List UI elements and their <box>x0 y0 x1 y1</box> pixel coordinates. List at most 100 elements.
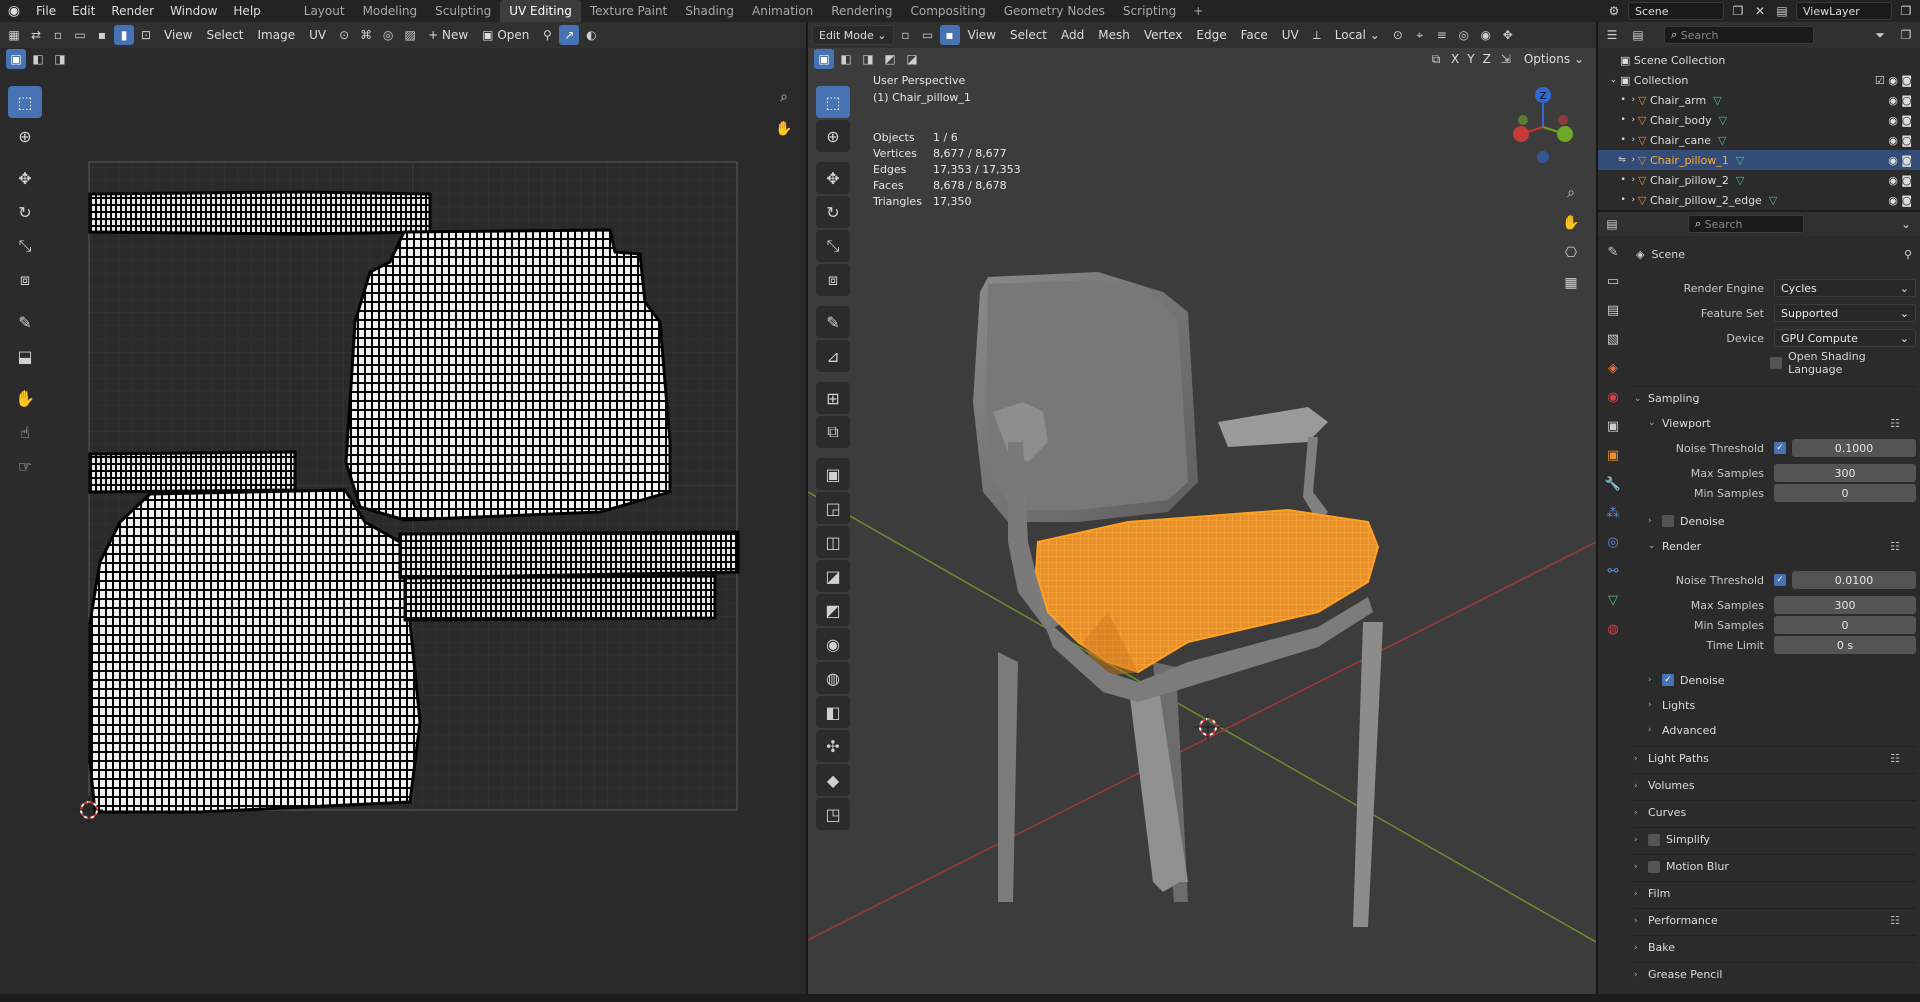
tab-uv-editing[interactable]: UV Editing <box>500 0 581 22</box>
preset-list-icon[interactable]: ☷ <box>1890 417 1900 430</box>
tab-shading[interactable]: Shading <box>676 0 743 22</box>
properties-search[interactable]: ⌕ Search <box>1688 215 1804 233</box>
visibility-icon[interactable]: ◉ ◙ <box>1888 134 1912 147</box>
vp-denoise-checkbox[interactable] <box>1662 515 1674 527</box>
edge-slide-icon[interactable]: ◧ <box>816 696 850 728</box>
performance-panel[interactable]: › Performance ☷ <box>1634 908 1916 932</box>
outliner-item[interactable]: • › ▽ Chair_cane ▽ ◉ ◙ <box>1598 130 1920 150</box>
visibility-icon[interactable]: ◉ ◙ <box>1888 94 1912 107</box>
motion-blur-panel[interactable]: › Motion Blur <box>1634 854 1916 878</box>
world-tab-icon[interactable]: ◉ <box>1602 387 1624 407</box>
render-engine-dropdown[interactable]: Cycles ⌄ <box>1774 279 1916 297</box>
navigation-gizmo[interactable]: Z <box>1513 87 1573 163</box>
uv-island[interactable] <box>344 228 672 522</box>
r-denoise-subpanel[interactable]: › ✓ Denoise <box>1648 668 1916 692</box>
modifier-tab-icon[interactable]: 🔧 <box>1602 474 1624 494</box>
scene-tab-icon[interactable]: ◈ <box>1602 358 1624 378</box>
viewport-subpanel-header[interactable]: ⌄ Viewport ☷ <box>1648 411 1916 435</box>
osl-checkbox[interactable] <box>1770 357 1783 369</box>
menu-edit[interactable]: Edit <box>64 0 103 22</box>
sampling-panel-header[interactable]: ⌄ Sampling <box>1634 386 1916 410</box>
tab-modeling[interactable]: Modeling <box>354 0 427 22</box>
outliner-type-icon[interactable]: ☰ <box>1602 25 1622 45</box>
spin-icon[interactable]: ◉ <box>816 628 850 660</box>
motion-blur-checkbox[interactable] <box>1648 860 1660 873</box>
volumes-panel[interactable]: › Volumes <box>1634 773 1916 797</box>
menu-render[interactable]: Render <box>103 0 162 22</box>
shear-icon[interactable]: ◆ <box>816 764 850 796</box>
rotate-icon[interactable]: ↻ <box>816 196 850 228</box>
new-collection-icon[interactable]: ❐ <box>1896 25 1916 45</box>
output-tab-icon[interactable]: ▤ <box>1602 300 1624 320</box>
zoom-icon[interactable]: ⌕ <box>1558 180 1584 206</box>
measure-icon[interactable]: ⊿ <box>816 340 850 372</box>
annotate-icon[interactable]: ✎ <box>816 306 850 338</box>
pin-icon[interactable]: ⚲ <box>1904 248 1912 261</box>
visibility-icon[interactable]: ◉ ◙ <box>1888 174 1912 187</box>
curves-panel[interactable]: › Curves <box>1634 800 1916 824</box>
outliner-item[interactable]: • › ▽ Chair_body ▽ ◉ ◙ <box>1598 110 1920 130</box>
vp-denoise-subpanel[interactable]: › Denoise <box>1648 509 1916 533</box>
cursor-icon[interactable]: ⊕ <box>816 120 850 152</box>
add-cube-icon[interactable]: ⊞ <box>816 382 850 414</box>
bevel-icon[interactable]: ◲ <box>816 492 850 524</box>
visibility-icon[interactable]: ◉ ◙ <box>1888 194 1912 207</box>
preset-list-icon[interactable]: ☷ <box>1890 540 1900 553</box>
smooth-icon[interactable]: ◍ <box>816 662 850 694</box>
tab-rendering[interactable]: Rendering <box>822 0 901 22</box>
close-scene-icon[interactable]: ✕ <box>1752 3 1768 19</box>
tab-texture-paint[interactable]: Texture Paint <box>581 0 676 22</box>
visibility-icon[interactable]: ◉ ◙ <box>1888 154 1912 167</box>
data-tab-icon[interactable]: ▽ <box>1602 590 1624 610</box>
rip-region-icon[interactable]: ◳ <box>816 798 850 830</box>
copy-scene-icon[interactable]: ❐ <box>1730 3 1746 19</box>
camera-icon[interactable]: ⎔ <box>1558 240 1584 266</box>
object-tab-icon[interactable]: ▣ <box>1602 445 1624 465</box>
menu-help[interactable]: Help <box>225 0 268 22</box>
bake-panel[interactable]: › Bake <box>1634 935 1916 959</box>
uv-canvas[interactable] <box>0 22 806 994</box>
display-mode-icon[interactable]: ▤ <box>1628 25 1648 45</box>
dropdown-icon[interactable]: ⌄ <box>1896 214 1916 234</box>
light-paths-panel[interactable]: › Light Paths ☷ <box>1634 746 1916 770</box>
properties-type-icon[interactable]: ▤ <box>1602 214 1622 234</box>
preset-list-icon[interactable]: ☷ <box>1890 752 1900 765</box>
collection-row[interactable]: ⌄ ▣ Collection ☑ ◉ ◙ <box>1598 70 1920 90</box>
select-box-icon[interactable]: ⬚ <box>816 86 850 118</box>
render-subpanel-header[interactable]: ⌄ Render ☷ <box>1648 534 1916 558</box>
physics-tab-icon[interactable]: ◎ <box>1602 532 1624 552</box>
grid-toggle-icon[interactable]: ▦ <box>1558 270 1584 296</box>
menu-file[interactable]: File <box>28 0 64 22</box>
r-noise-checkbox[interactable]: ✓ <box>1774 574 1786 586</box>
knife-icon[interactable]: ◪ <box>816 560 850 592</box>
vp-min-field[interactable]: 0 <box>1774 484 1916 502</box>
blender-logo-icon[interactable]: ◉ <box>0 0 28 22</box>
vp-noise-checkbox[interactable]: ✓ <box>1774 442 1786 454</box>
3d-cursor-icon[interactable] <box>1194 713 1222 741</box>
outliner-item[interactable]: • › ▽ Chair_arm ▽ ◉ ◙ <box>1598 90 1920 110</box>
copy-view-layer-icon[interactable]: ❐ <box>1898 3 1914 19</box>
r-noise-field[interactable]: 0.0100 <box>1792 571 1916 589</box>
tab-geometry-nodes[interactable]: Geometry Nodes <box>995 0 1114 22</box>
scene-icon[interactable]: ⚙ <box>1606 3 1622 19</box>
simplify-checkbox[interactable] <box>1648 833 1660 846</box>
uv-island[interactable] <box>403 574 717 622</box>
scene-collection-row[interactable]: ▣ Scene Collection <box>1598 50 1920 70</box>
extrude-icon[interactable]: ⧉ <box>816 416 850 448</box>
r-min-field[interactable]: 0 <box>1774 616 1916 634</box>
move-icon[interactable]: ✥ <box>816 162 850 194</box>
grease-pencil-panel[interactable]: › Grease Pencil <box>1634 962 1916 986</box>
uv-island[interactable] <box>88 488 422 814</box>
loop-cut-icon[interactable]: ◫ <box>816 526 850 558</box>
vp-max-field[interactable]: 300 <box>1774 464 1916 482</box>
scene-field[interactable]: Scene <box>1628 2 1724 20</box>
visibility-icon[interactable]: ◉ ◙ <box>1888 114 1912 127</box>
constraints-tab-icon[interactable]: ⚯ <box>1602 561 1624 581</box>
feature-set-dropdown[interactable]: Supported ⌄ <box>1774 304 1916 322</box>
tab-compositing[interactable]: Compositing <box>901 0 994 22</box>
transform-icon[interactable]: ⧈ <box>816 264 850 296</box>
advanced-subpanel[interactable]: › Advanced <box>1648 718 1916 742</box>
view-layer-icon[interactable]: ▤ <box>1774 3 1790 19</box>
film-panel[interactable]: › Film <box>1634 881 1916 905</box>
view-layer-field[interactable]: ViewLayer <box>1796 2 1892 20</box>
